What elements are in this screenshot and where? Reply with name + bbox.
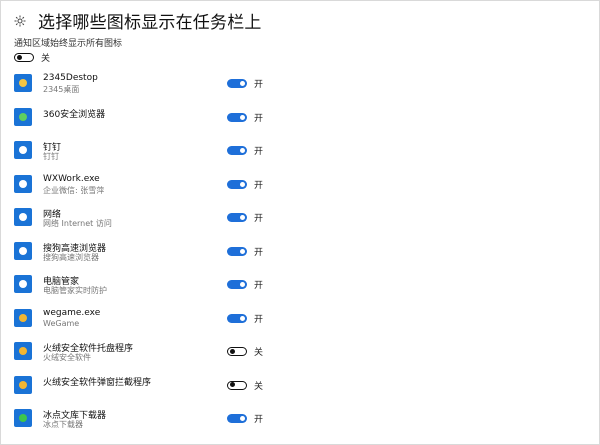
always-show-all-label: 通知区域始终显示所有图标 [14, 39, 123, 49]
app-toggle-row: 开 [227, 211, 263, 224]
app-toggle-row: 关 [227, 345, 263, 358]
toggle-knob [240, 416, 245, 421]
app-toggle-row: 开 [227, 278, 263, 291]
toggle-state-label: 开 [254, 180, 264, 191]
toggle-knob [240, 315, 245, 321]
app-description: 冰点下载器 [43, 420, 83, 429]
app-toggle-row: 关 [227, 379, 263, 392]
sogou-browser-icon [14, 241, 32, 260]
toggle-knob [240, 282, 245, 287]
toggle-knob [240, 114, 245, 120]
app-name: 2345Destop [43, 73, 98, 83]
app-toggle-row: 开 [227, 77, 263, 90]
app-visibility-toggle[interactable] [227, 313, 247, 323]
app-description: 火绒安全软件 [43, 353, 91, 362]
toggle-state-label: 关 [254, 381, 264, 392]
list-item: 冰点文库下载器 冰点下载器开 [14, 407, 314, 435]
toggle-knob [17, 54, 22, 60]
icon-glyph [19, 179, 27, 188]
app-visibility-toggle[interactable] [227, 246, 247, 256]
app-description: 搜狗高速浏览器 [43, 252, 99, 262]
toggle-state-label: 开 [254, 80, 264, 90]
app-visibility-toggle[interactable] [227, 213, 247, 222]
app-toggle-row: 开 [227, 178, 263, 191]
toggle-state-label: 关 [41, 54, 51, 64]
list-item: 360安全浏览器 开 [14, 106, 314, 134]
toggle-knob [230, 382, 235, 387]
list-item: 电脑管家 电脑管家实时防护开 [14, 273, 314, 301]
toggle-state-label: 开 [254, 247, 264, 258]
app-toggle-row: 开 [227, 245, 263, 258]
app-visibility-toggle[interactable] [227, 112, 247, 122]
gear-icon [14, 15, 26, 26]
browser-360-icon [14, 107, 32, 126]
app-visibility-toggle[interactable] [227, 79, 247, 88]
toggle-state-label: 开 [254, 314, 264, 325]
list-item: WXWork.exe 企业微信: 张雪萍 开 [14, 173, 314, 201]
app-visibility-toggle[interactable] [227, 414, 247, 423]
app-visibility-toggle[interactable] [227, 179, 247, 189]
wxwork-icon [14, 174, 32, 193]
app-description: 网络 Internet 访问 [43, 219, 112, 228]
always-show-all-toggle-row: 关 [14, 51, 50, 64]
icon-glyph [19, 146, 27, 154]
icon-glyph [19, 280, 27, 288]
huorong-tray-icon [14, 342, 32, 360]
toggle-knob [240, 181, 245, 187]
desktop-app-icon [14, 74, 32, 92]
huorong-popup-icon [14, 375, 32, 394]
list-item: 火绒安全软件托盘程序 火绒安全软件关 [14, 340, 314, 368]
network-icon [14, 208, 32, 226]
app-visibility-toggle[interactable] [227, 380, 247, 390]
icon-glyph [19, 246, 27, 255]
app-visibility-toggle[interactable] [227, 347, 247, 356]
page-title: 选择哪些图标显示在任务栏上 [38, 13, 262, 33]
app-toggle-row: 开 [227, 111, 263, 124]
toggle-state-label: 开 [254, 113, 264, 124]
app-name: 火绒安全软件弹窗拦截程序 [43, 377, 152, 388]
toggle-state-label: 开 [254, 147, 264, 157]
app-description: WeGame [43, 318, 80, 328]
list-item: 2345Destop 2345桌面 开 [14, 72, 314, 100]
list-item: 网络 网络 Internet 访问开 [14, 206, 314, 234]
toggle-state-label: 开 [254, 214, 264, 224]
app-toggle-row: 开 [227, 312, 263, 325]
toggle-state-label: 开 [254, 415, 264, 425]
app-description: 企业微信: 张雪萍 [43, 185, 105, 195]
pc-manager-icon [14, 275, 32, 293]
app-name: WXWork.exe [43, 173, 100, 184]
icon-glyph [19, 380, 27, 389]
wegame-icon [14, 308, 32, 327]
app-name: 360安全浏览器 [43, 109, 106, 120]
toggle-knob [240, 248, 245, 254]
toggle-knob [240, 148, 245, 153]
page-header: 选择哪些图标显示在任务栏上 [14, 8, 262, 33]
toggle-state-label: 关 [254, 348, 264, 358]
dingtalk-icon [14, 141, 32, 159]
app-description: 钉钉 [43, 152, 59, 161]
app-visibility-toggle[interactable] [227, 146, 247, 155]
app-description: 电脑管家实时防护 [43, 286, 107, 295]
icon-glyph [19, 79, 27, 87]
app-visibility-toggle[interactable] [227, 280, 247, 289]
icon-glyph [19, 112, 27, 121]
list-item: 搜狗高速浏览器 搜狗高速浏览器开 [14, 240, 314, 268]
icon-glyph [19, 313, 27, 322]
bingdian-downloader-icon [14, 409, 32, 427]
list-item: 钉钉 钉钉开 [14, 139, 314, 167]
icon-glyph [19, 347, 27, 355]
list-item: 火绒安全软件弹窗拦截程序 关 [14, 374, 314, 402]
toggle-knob [240, 81, 245, 86]
toggle-knob [230, 348, 235, 354]
always-show-all-toggle[interactable] [14, 53, 34, 62]
icon-glyph [19, 213, 27, 221]
app-name: wegame.exe [43, 307, 101, 318]
toggle-knob [240, 215, 245, 220]
app-toggle-row: 开 [227, 144, 263, 157]
toggle-state-label: 开 [254, 281, 264, 291]
icon-glyph [19, 414, 27, 422]
app-toggle-row: 开 [227, 412, 263, 425]
app-description: 2345桌面 [43, 85, 80, 94]
list-item: wegame.exe WeGame 开 [14, 307, 314, 335]
